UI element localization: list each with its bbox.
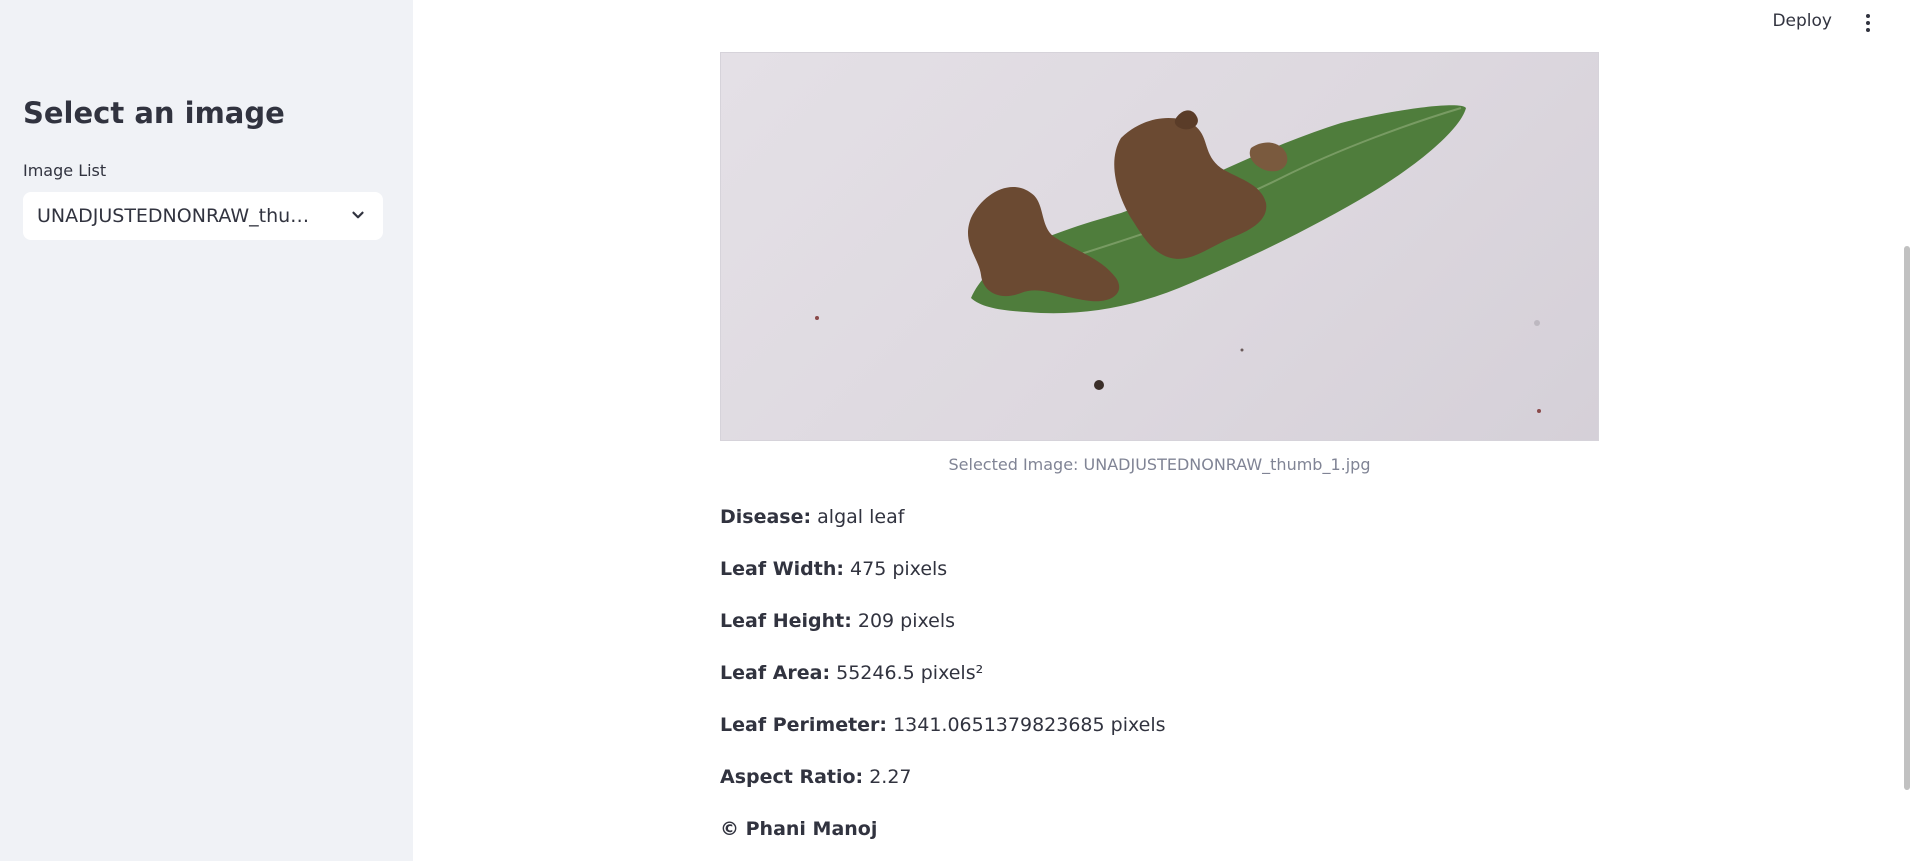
leaf-height-line: Leaf Height: 209 pixels <box>720 610 955 632</box>
sidebar: Select an image Image List UNADJUSTEDNON… <box>0 0 413 861</box>
aspect-ratio-line: Aspect Ratio: 2.27 <box>720 766 912 788</box>
leaf-area-label: Leaf Area: <box>720 662 831 684</box>
disease-line: Disease: algal leaf <box>720 506 904 528</box>
leaf-height-label: Leaf Height: <box>720 610 852 632</box>
image-list-label: Image List <box>23 161 107 180</box>
leaf-photo <box>815 105 1541 413</box>
leaf-perimeter-label: Leaf Perimeter: <box>720 714 888 736</box>
deploy-button[interactable]: Deploy <box>1772 11 1832 31</box>
image-list-select[interactable]: UNADJUSTEDNONRAW_thumb_1.jpg <box>23 192 383 240</box>
leaf-perimeter-value: 1341.0651379823685 pixels <box>893 714 1166 736</box>
leaf-width-line: Leaf Width: 475 pixels <box>720 558 947 580</box>
app-root: Select an image Image List UNADJUSTEDNON… <box>0 0 1912 861</box>
selected-leaf-image <box>720 52 1599 441</box>
leaf-perimeter-line: Leaf Perimeter: 1341.0651379823685 pixel… <box>720 714 1166 736</box>
more-vert-icon[interactable] <box>1862 14 1874 32</box>
leaf-area-value: 55246.5 pixels² <box>836 662 984 684</box>
copyright-footer: © Phani Manoj <box>720 818 878 840</box>
top-toolbar: Deploy <box>1712 0 1912 46</box>
leaf-height-value: 209 pixels <box>857 610 956 632</box>
leaf-width-value: 475 pixels <box>850 558 948 580</box>
image-caption: Selected Image: UNADJUSTEDNONRAW_thumb_1… <box>948 455 1371 474</box>
leaf-area-line: Leaf Area: 55246.5 pixels² <box>720 662 983 684</box>
aspect-ratio-value: 2.27 <box>869 766 912 788</box>
sidebar-title: Select an image <box>23 96 285 130</box>
aspect-ratio-label: Aspect Ratio: <box>720 766 864 788</box>
chevron-down-icon <box>352 211 364 219</box>
image-list-selected-value: UNADJUSTEDNONRAW_thumb_1.jpg <box>37 205 327 227</box>
disease-label: Disease: <box>720 506 812 528</box>
disease-value: algal leaf <box>817 506 905 528</box>
scrollbar[interactable] <box>1904 246 1910 790</box>
leaf-width-label: Leaf Width: <box>720 558 844 580</box>
